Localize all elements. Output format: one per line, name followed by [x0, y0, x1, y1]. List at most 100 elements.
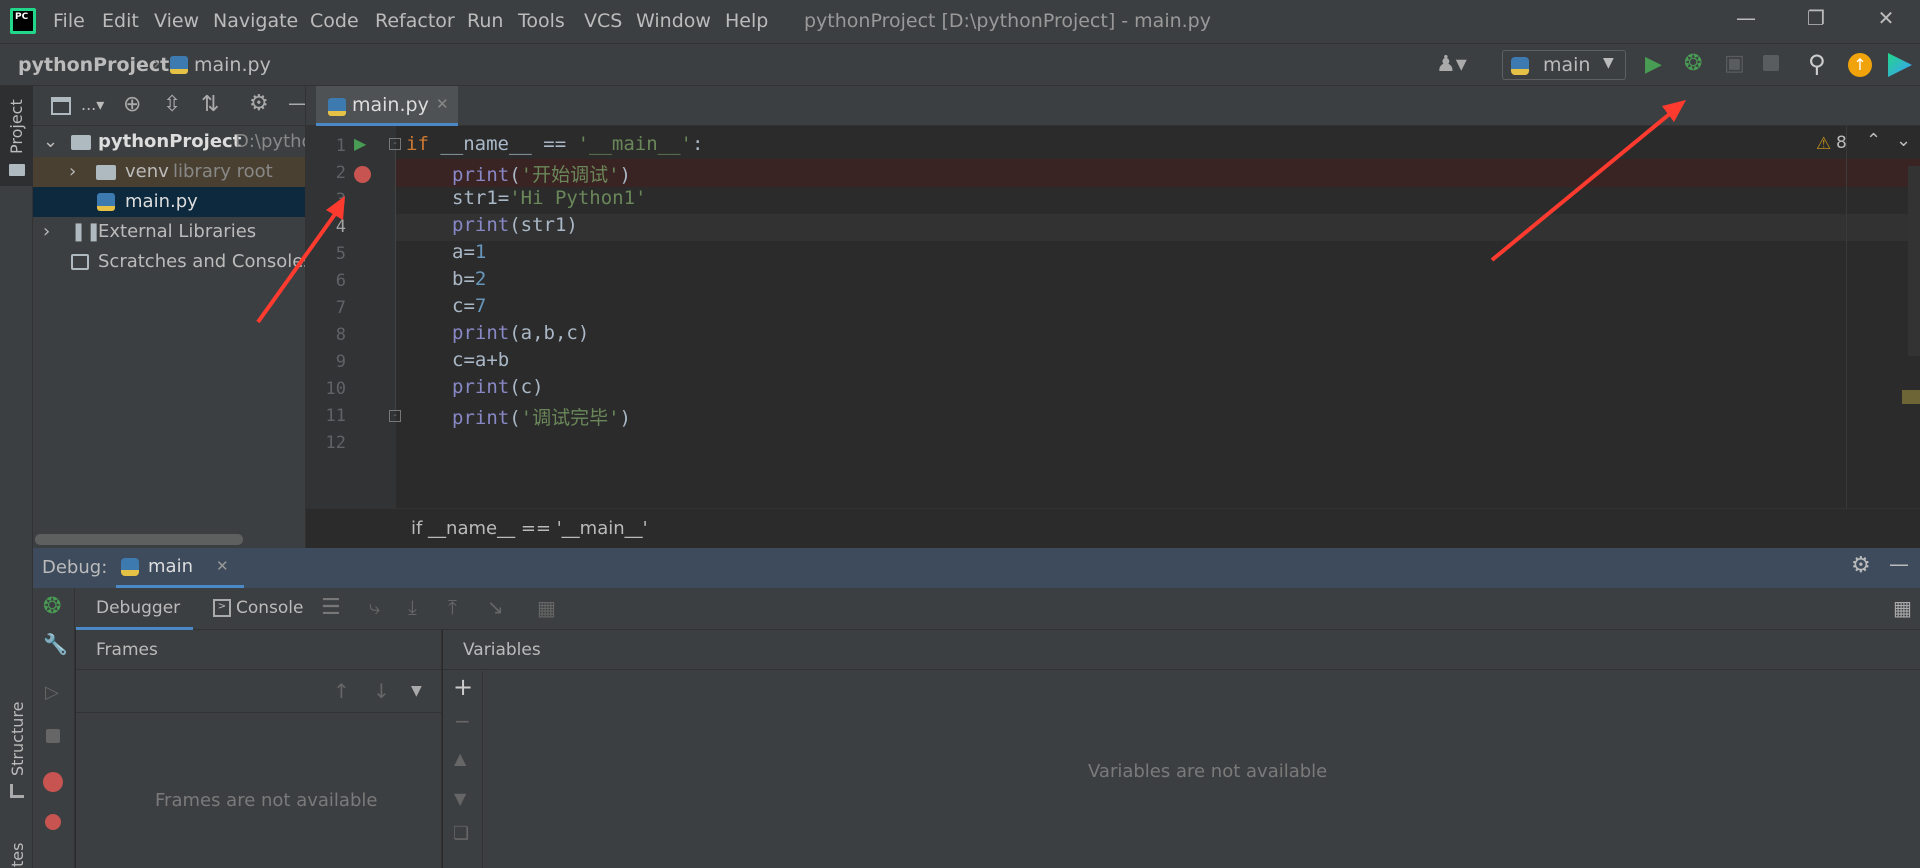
code-line: str1='Hi Python1'	[452, 187, 647, 209]
tree-item-venv[interactable]: › venv library root	[33, 157, 305, 187]
search-icon[interactable]: ⚲	[1808, 50, 1826, 78]
close-icon: ✕	[1877, 6, 1895, 30]
expand-all-icon[interactable]: ⇳	[163, 92, 181, 117]
close-button[interactable]: ✕	[1856, 6, 1916, 36]
menu-window[interactable]: Window	[636, 10, 711, 32]
hide-panel-icon[interactable]: —	[1889, 552, 1909, 576]
title-bar: PC File Edit View Navigate Code Refactor…	[0, 0, 1920, 43]
chevron-right-icon: ›	[69, 161, 77, 182]
remove-watch-icon[interactable]: −	[454, 709, 471, 733]
collapse-all-icon[interactable]: ⇅	[201, 92, 219, 117]
debug-session-tab[interactable]: main ✕	[116, 548, 244, 588]
run-with-coverage-icon[interactable]: ▣	[1724, 51, 1745, 76]
tree-item-main-py[interactable]: main.py	[33, 187, 305, 217]
menu-refactor[interactable]: Refactor	[375, 10, 455, 32]
hide-icon[interactable]: —	[288, 91, 305, 115]
locate-icon[interactable]: ⊕	[123, 92, 141, 117]
fold-icon[interactable]: -	[389, 138, 401, 150]
close-tab-icon[interactable]: ✕	[436, 95, 449, 113]
layout-icon[interactable]: ▦	[1893, 596, 1912, 620]
menu-run[interactable]: Run	[467, 10, 503, 32]
debug-toolbar: Debugger > Console ☰ ⤷ ⤓ ⤒ ↘ ▦ ▦	[33, 588, 1920, 630]
debug-bug-icon[interactable]: ❂	[43, 594, 61, 619]
mute-breakpoints-icon[interactable]	[43, 812, 63, 832]
chevron-down-icon[interactable]: ▼	[411, 683, 422, 699]
project-view-icon[interactable]	[51, 97, 71, 115]
project-view-dropdown[interactable]: ...▾	[81, 95, 104, 114]
breadcrumb-project[interactable]: pythonProject	[18, 54, 169, 76]
chevron-down-icon[interactable]: ⌄	[1896, 130, 1911, 151]
menu-vcs[interactable]: VCS	[584, 10, 622, 32]
code-line: print(str1)	[452, 214, 578, 236]
user-icon[interactable]: ♟▾	[1436, 52, 1467, 77]
move-down-icon[interactable]: ▼	[454, 789, 466, 808]
code-line: print('调试完毕')	[452, 407, 631, 429]
step-out-icon[interactable]: ⤒	[448, 595, 457, 619]
step-into-icon[interactable]: ⤓	[408, 595, 417, 619]
code-editor[interactable]: 1 2 3 4 5 6 7 8 9 10 11 12 ▶ - - if __na…	[306, 126, 1920, 508]
chevron-up-icon[interactable]: ⌃	[1866, 130, 1881, 151]
stop-icon[interactable]	[46, 729, 60, 743]
run-gutter-icon[interactable]: ▶	[354, 134, 366, 153]
menu-tools[interactable]: Tools	[518, 10, 565, 32]
project-scrollbar[interactable]	[35, 534, 243, 545]
gear-icon[interactable]: ⚙	[249, 91, 269, 116]
tab-debugger[interactable]: Debugger	[76, 588, 193, 630]
frame-down-icon[interactable]: ↓	[373, 679, 390, 703]
menu-view[interactable]: View	[154, 10, 199, 32]
error-stripe-marker	[1902, 390, 1920, 404]
fold-end-icon[interactable]: -	[389, 410, 401, 422]
navigation-bar: pythonProject › main.py ♟▾ main ▼ ▶ ❂ ▣ …	[0, 43, 1920, 86]
update-icon[interactable]: ↑	[1848, 53, 1872, 77]
debug-tool-header: Debug: main ✕ ⚙ —	[33, 548, 1920, 588]
resume-icon[interactable]: ▷	[45, 682, 59, 703]
step-over-icon[interactable]: ⤷	[369, 595, 380, 619]
editor-scrollbar[interactable]	[1908, 166, 1920, 356]
menu-lines-icon[interactable]: ☰	[321, 595, 341, 620]
evaluate-icon[interactable]: ▦	[537, 596, 556, 620]
close-session-icon[interactable]: ✕	[216, 557, 229, 575]
plugin-icon[interactable]	[1888, 53, 1912, 77]
tree-item-external-libraries[interactable]: › ❚❚ External Libraries	[33, 217, 305, 247]
run-icon[interactable]: ▶	[1645, 52, 1662, 77]
restore-icon: ❐	[1807, 6, 1825, 30]
frame-up-icon[interactable]: ↑	[333, 679, 350, 703]
breakpoint-icon[interactable]	[354, 166, 371, 183]
menu-help[interactable]: Help	[725, 10, 768, 32]
menu-file[interactable]: File	[53, 10, 85, 32]
view-breakpoints-icon[interactable]	[43, 772, 63, 792]
stop-icon[interactable]	[1763, 55, 1779, 71]
menu-edit[interactable]: Edit	[102, 10, 139, 32]
line-number: 10	[325, 379, 346, 399]
debug-icon[interactable]: ❂	[1684, 51, 1702, 76]
breadcrumb-file[interactable]: main.py	[194, 54, 271, 76]
editor-tab-bar: main.py ✕	[306, 86, 1920, 126]
add-watch-icon[interactable]: +	[453, 673, 473, 701]
warning-count[interactable]: 8	[1836, 133, 1847, 153]
variables-title: Variables	[463, 640, 541, 660]
tree-item-scratches[interactable]: Scratches and Consoles	[33, 247, 305, 277]
tab-console[interactable]: > Console	[203, 588, 304, 630]
folder-icon	[9, 164, 25, 176]
warning-icon[interactable]: ⚠	[1816, 134, 1831, 154]
tree-item-root[interactable]: ⌄ pythonProject D:\pytho	[33, 127, 305, 157]
run-config-select[interactable]: main ▼	[1502, 50, 1626, 80]
run-to-cursor-icon[interactable]: ↘	[487, 595, 504, 619]
breadcrumb-scope[interactable]: if __name__ == '__main__'	[411, 518, 648, 539]
structure-tool-tab[interactable]: Structure	[0, 702, 33, 816]
wrench-icon[interactable]: 🔧	[43, 632, 68, 656]
favorites-tool-tab[interactable]: tes	[0, 831, 33, 868]
library-icon: ❚❚	[71, 221, 102, 242]
menu-code[interactable]: Code	[310, 10, 359, 32]
restore-button[interactable]: ❐	[1786, 6, 1846, 36]
scratches-icon	[71, 254, 89, 270]
menu-navigate[interactable]: Navigate	[213, 10, 298, 32]
project-tool-tab[interactable]: Project	[0, 86, 33, 186]
tab-console-label: Console	[236, 598, 304, 618]
chevron-down-icon: ⌄	[43, 131, 59, 152]
copy-icon[interactable]: ❏	[453, 823, 469, 844]
move-up-icon[interactable]: ▲	[454, 749, 466, 768]
gear-icon[interactable]: ⚙	[1851, 553, 1871, 578]
minimize-button[interactable]: —	[1716, 6, 1776, 36]
tab-main-py[interactable]: main.py ✕	[316, 86, 458, 126]
